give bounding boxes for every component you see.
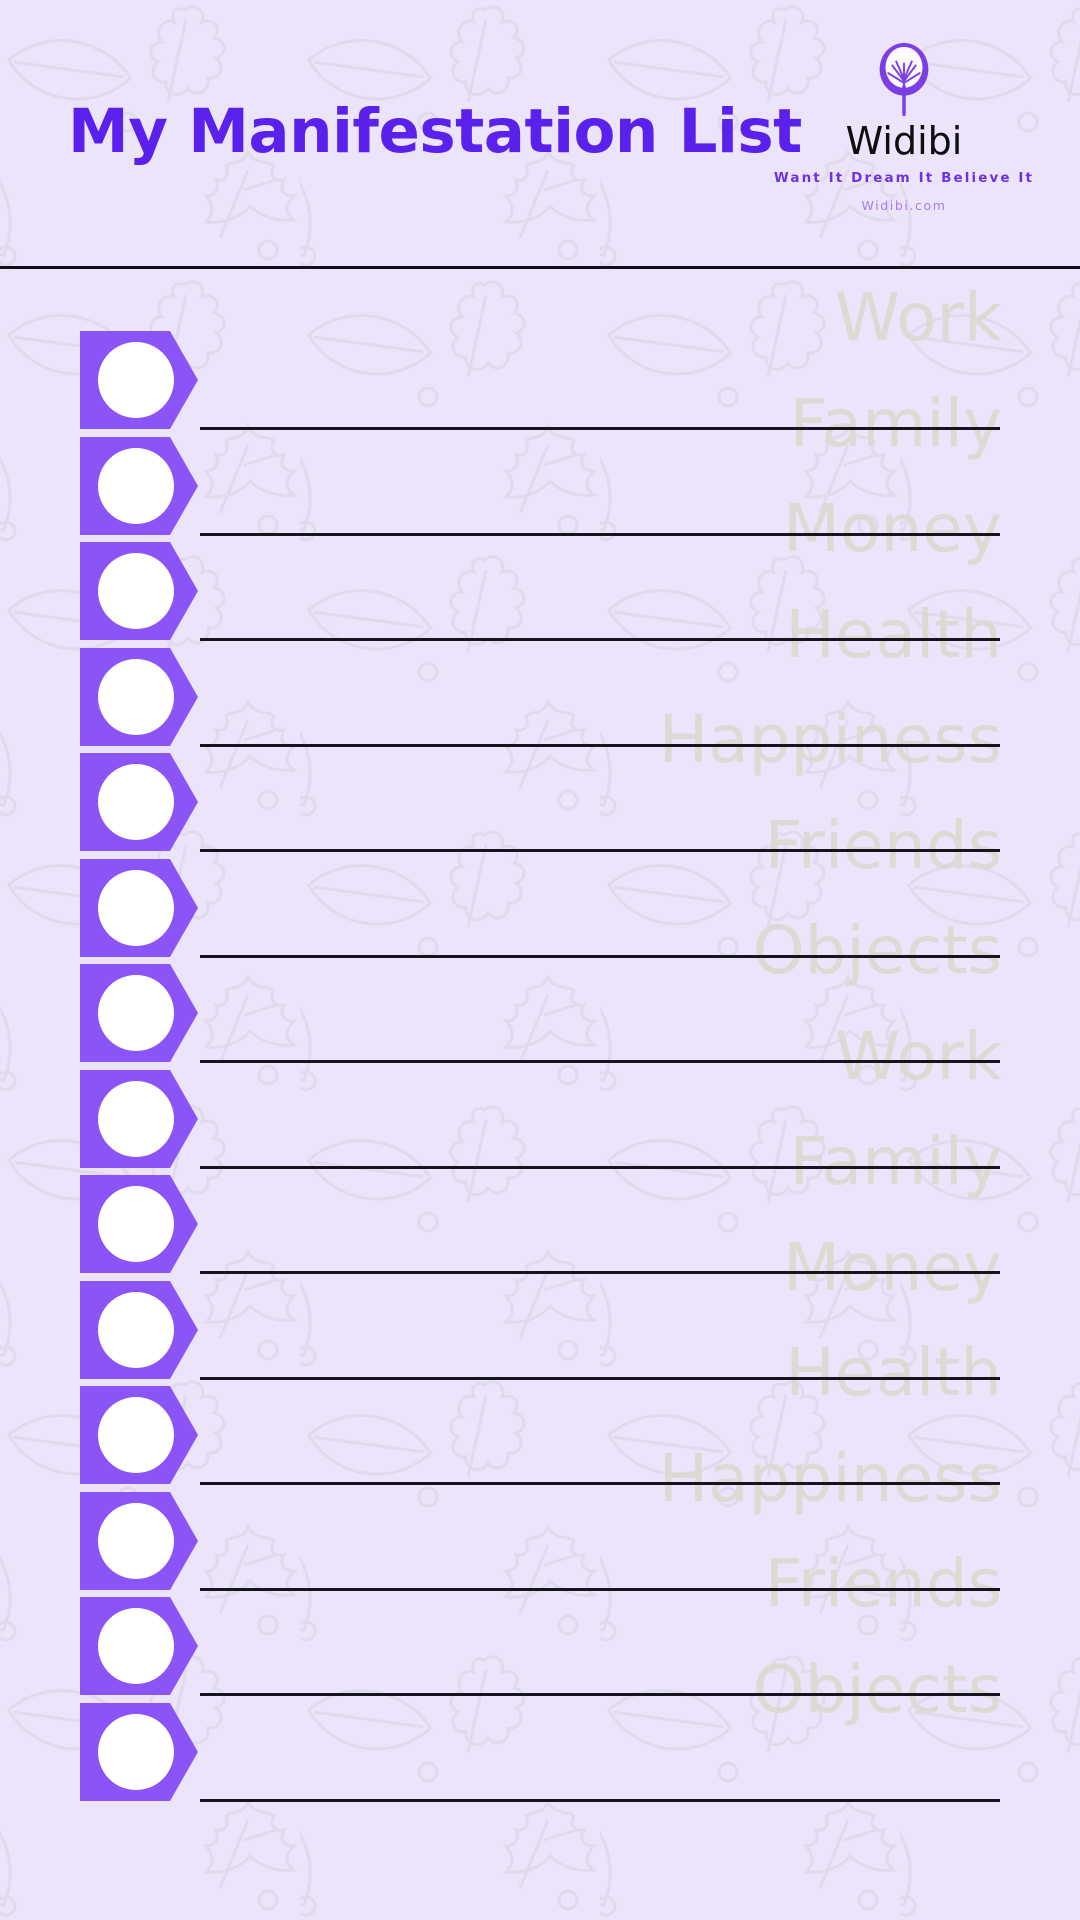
list-item[interactable]: [0, 964, 1080, 1070]
list-item[interactable]: [0, 1386, 1080, 1492]
pentagon-bullet-icon[interactable]: [80, 1175, 198, 1273]
manifestation-list-page: Work Family Money Health Happiness Friends Obj…: [0, 0, 1080, 1920]
pentagon-bullet-icon[interactable]: [80, 436, 198, 535]
write-line[interactable]: [200, 849, 1000, 852]
pentagon-bullet-icon[interactable]: [80, 1386, 198, 1484]
write-line[interactable]: [200, 1587, 1000, 1591]
pentagon-bullet-icon[interactable]: [80, 331, 198, 429]
list-item[interactable]: [0, 1491, 1080, 1598]
list-item[interactable]: [0, 858, 1080, 965]
write-line[interactable]: [200, 743, 1000, 747]
write-line[interactable]: [200, 638, 1000, 641]
list-item[interactable]: [0, 542, 1080, 648]
write-line[interactable]: [200, 532, 1000, 536]
pentagon-bullet-icon[interactable]: [80, 647, 198, 746]
pentagon-bullet-icon[interactable]: [80, 1280, 198, 1379]
pentagon-bullet-icon[interactable]: [80, 542, 198, 640]
manifestation-rows: [0, 0, 1080, 1920]
pentagon-bullet-icon[interactable]: [80, 964, 198, 1062]
list-item[interactable]: [0, 647, 1080, 754]
write-line[interactable]: [200, 1798, 1000, 1802]
list-item[interactable]: [0, 1175, 1080, 1281]
pentagon-bullet-icon[interactable]: [80, 1597, 198, 1695]
list-item[interactable]: [0, 331, 1080, 437]
write-line[interactable]: [200, 1482, 1000, 1485]
write-line[interactable]: [200, 954, 1000, 958]
write-line[interactable]: [200, 1376, 1000, 1380]
list-item[interactable]: [0, 753, 1080, 859]
list-item[interactable]: [0, 436, 1080, 543]
list-item[interactable]: [0, 1702, 1080, 1809]
write-line[interactable]: [200, 1271, 1000, 1274]
write-line[interactable]: [200, 1060, 1000, 1063]
pentagon-bullet-icon[interactable]: [80, 1069, 198, 1168]
pentagon-bullet-icon[interactable]: [80, 1491, 198, 1590]
list-item[interactable]: [0, 1280, 1080, 1387]
header-divider: [0, 266, 1080, 269]
write-line[interactable]: [200, 1165, 1000, 1169]
pentagon-bullet-icon[interactable]: [80, 753, 198, 851]
write-line[interactable]: [200, 427, 1000, 430]
pentagon-bullet-icon[interactable]: [80, 1702, 198, 1801]
list-item[interactable]: [0, 1597, 1080, 1703]
write-line[interactable]: [200, 1693, 1000, 1696]
list-item[interactable]: [0, 1069, 1080, 1176]
pentagon-bullet-icon[interactable]: [80, 858, 198, 957]
